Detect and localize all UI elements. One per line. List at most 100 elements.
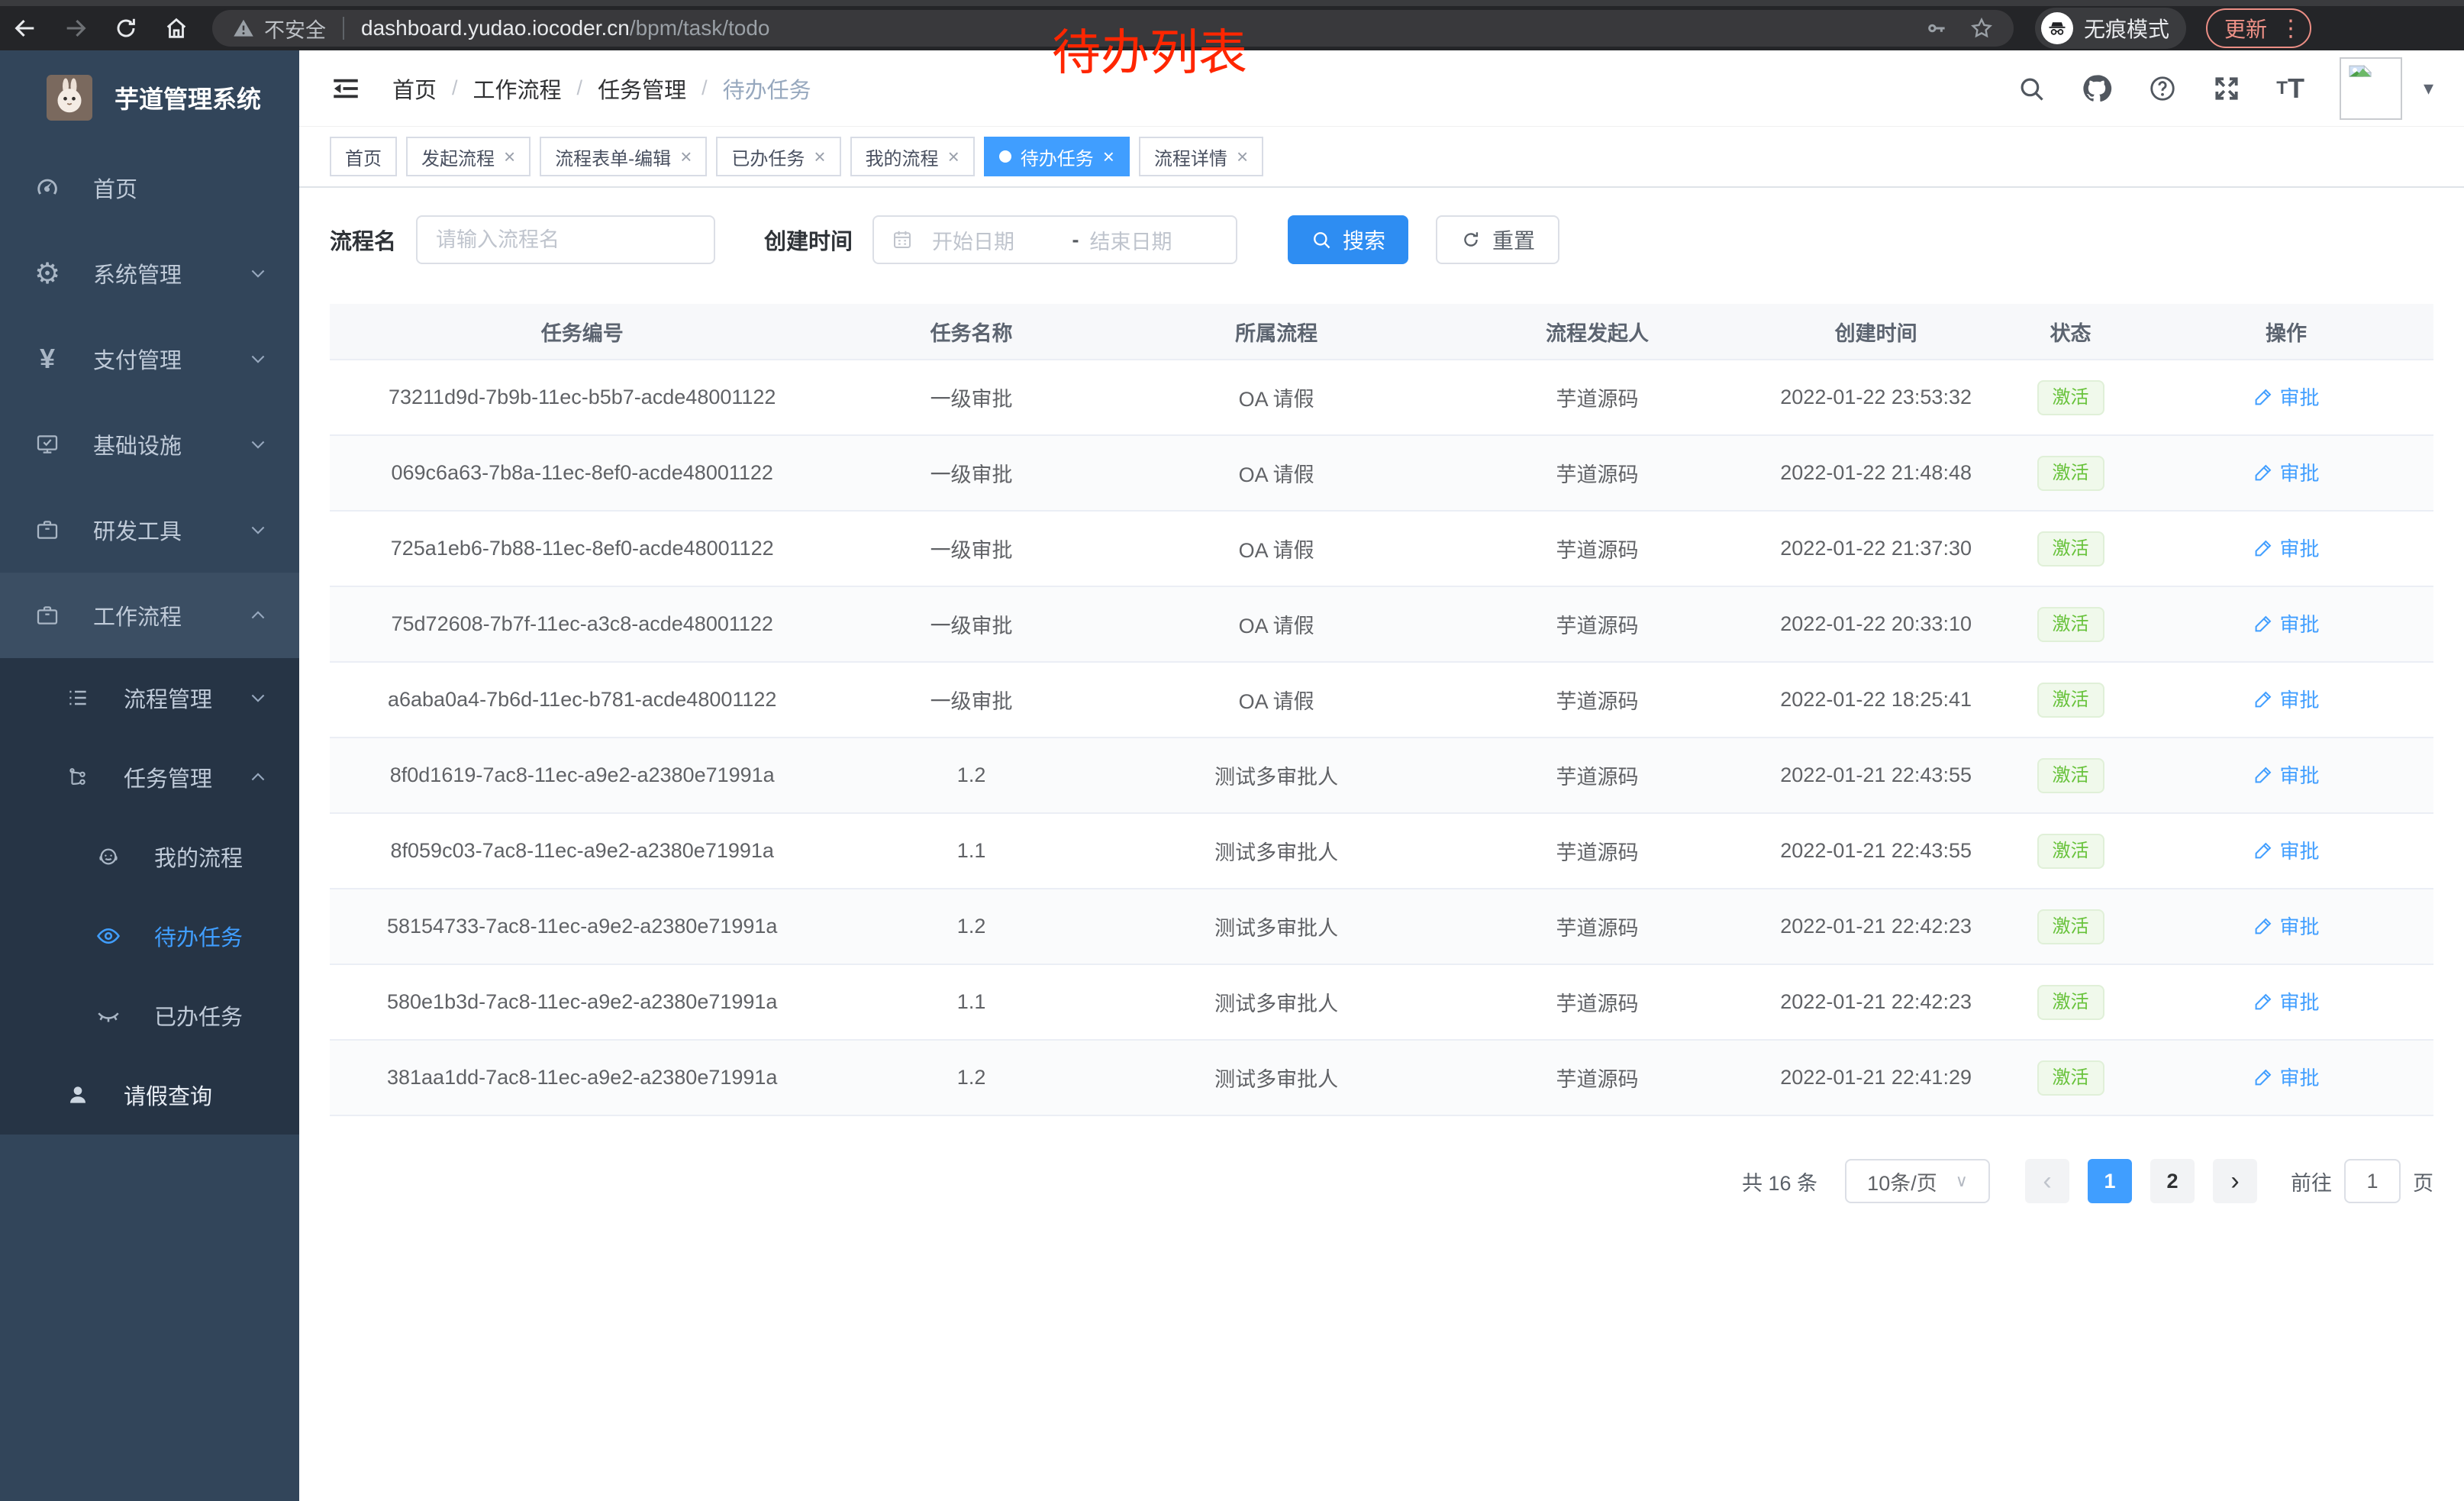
approve-link[interactable]: 审批 [2253, 458, 2320, 486]
help-icon[interactable] [2148, 74, 2177, 103]
page-button-1[interactable]: 1 [2088, 1159, 2132, 1203]
sidebar-item-devtools[interactable]: 研发工具 [0, 487, 299, 573]
cell-starter: 芋道源码 [1445, 813, 1750, 889]
home-icon[interactable] [151, 6, 202, 50]
content: 流程名 创建时间 开始日期 - 结束日期 [299, 188, 2464, 1501]
sidebar-item-my-process[interactable]: 我的流程 [0, 817, 299, 896]
chevron-down-icon [247, 519, 269, 541]
prev-page-button[interactable]: ‹ [2025, 1159, 2069, 1203]
update-button[interactable]: 更新 ⋮ [2206, 8, 2311, 48]
pen-icon [2253, 1067, 2274, 1087]
face-icon [89, 844, 128, 869]
approve-link[interactable]: 审批 [2253, 609, 2320, 638]
bookmark-star-icon[interactable] [1969, 16, 1994, 40]
page-button-2[interactable]: 2 [2150, 1159, 2195, 1203]
reset-button-label: 重置 [1492, 224, 1535, 255]
approve-link[interactable]: 审批 [2253, 987, 2320, 1015]
tab-home[interactable]: 首页 [330, 137, 397, 176]
approve-link[interactable]: 审批 [2253, 383, 2320, 411]
reload-icon[interactable] [101, 6, 151, 50]
column-header: 创建时间 [1750, 304, 2002, 360]
next-page-button[interactable]: › [2213, 1159, 2257, 1203]
close-icon[interactable]: × [814, 147, 825, 166]
close-icon[interactable]: × [948, 147, 959, 166]
font-size-icon[interactable]: TT [2276, 73, 2304, 105]
goto-page-input[interactable] [2344, 1159, 2401, 1203]
cell-action: 审批 [2139, 586, 2433, 662]
sidebar-item-todo-tasks[interactable]: 待办任务 [0, 896, 299, 976]
approve-link[interactable]: 审批 [2253, 912, 2320, 940]
key-icon[interactable] [1925, 17, 1948, 40]
pen-icon [2253, 840, 2274, 860]
approve-link[interactable]: 审批 [2253, 534, 2320, 562]
avatar[interactable] [2340, 57, 2402, 120]
create-time-label: 创建时间 [764, 224, 853, 256]
cell-process: 测试多审批人 [1108, 813, 1445, 889]
tab-process-detail[interactable]: 流程详情× [1139, 137, 1263, 176]
sidebar-item-process-mgmt[interactable]: 流程管理 [0, 658, 299, 738]
browser-menu-icon[interactable]: ⋮ [2279, 15, 2302, 42]
breadcrumb-item[interactable]: 首页 [392, 73, 437, 105]
close-icon[interactable]: × [1103, 147, 1114, 166]
cell-starter: 芋道源码 [1445, 662, 1750, 738]
cell-status: 激活 [2002, 662, 2139, 738]
back-icon[interactable] [0, 6, 50, 50]
sidebar-item-done-tasks[interactable]: 已办任务 [0, 976, 299, 1055]
tab-todo-tasks[interactable]: 待办任务× [984, 137, 1130, 176]
sidebar-item-infra[interactable]: 基础设施 [0, 402, 299, 487]
forward-icon[interactable] [50, 6, 101, 50]
breadcrumb-item[interactable]: 工作流程 [473, 73, 562, 105]
date-separator: - [1072, 228, 1079, 252]
reset-button[interactable]: 重置 [1436, 215, 1559, 264]
close-icon[interactable]: × [680, 147, 692, 166]
breadcrumb-separator: / [701, 76, 708, 100]
sidebar-item-home[interactable]: 首页 [0, 145, 299, 231]
tab-my-process[interactable]: 我的流程 × [850, 137, 975, 176]
cell-created: 2022-01-21 22:43:55 [1750, 738, 2002, 813]
approve-link[interactable]: 审批 [2253, 836, 2320, 864]
approve-link[interactable]: 审批 [2253, 1063, 2320, 1091]
breadcrumb-separator: / [577, 76, 583, 100]
approve-link[interactable]: 审批 [2253, 760, 2320, 789]
cell-starter: 芋道源码 [1445, 889, 1750, 964]
pagination: 共 16 条 10条/页 ∨ ‹ 12 › 前往 页 [330, 1159, 2433, 1203]
sidebar-item-label: 已办任务 [154, 999, 243, 1031]
address-bar[interactable]: 不安全 dashboard.yudao.iocoder.cn/bpm/task/… [212, 10, 2014, 47]
breadcrumb-item[interactable]: 任务管理 [598, 73, 686, 105]
close-icon[interactable]: × [504, 147, 515, 166]
page-size-select[interactable]: 10条/页 ∨ [1845, 1159, 1990, 1203]
table-row: 580e1b3d-7ac8-11ec-a9e2-a2380e71991a1.1测… [330, 964, 2433, 1040]
cell-starter: 芋道源码 [1445, 511, 1750, 586]
tab-done-tasks[interactable]: 已办任务× [716, 137, 840, 176]
process-name-input[interactable] [424, 228, 708, 252]
date-range-input[interactable]: 开始日期 - 结束日期 [872, 215, 1237, 264]
sidebar-item-task-mgmt[interactable]: 任务管理 [0, 738, 299, 817]
tab-form-edit[interactable]: 流程表单-编辑× [540, 137, 707, 176]
sidebar-item-payment[interactable]: ¥支付管理 [0, 316, 299, 402]
tab-start-process[interactable]: 发起流程× [406, 137, 531, 176]
search-button[interactable]: 搜索 [1288, 215, 1408, 264]
cell-id: 8f059c03-7ac8-11ec-a9e2-a2380e71991a [330, 813, 834, 889]
search-icon[interactable] [2017, 74, 2046, 103]
url-path: /bpm/task/todo [630, 16, 770, 40]
sidebar-item-system[interactable]: ⚙系统管理 [0, 231, 299, 316]
sidebar-item-label: 工作流程 [93, 599, 182, 631]
sidebar-item-workflow[interactable]: 工作流程 [0, 573, 299, 658]
close-icon[interactable]: × [1237, 147, 1248, 166]
tab-label: 我的流程 [866, 144, 939, 170]
sidebar-item-leave-query[interactable]: 请假查询 [0, 1055, 299, 1135]
logo[interactable]: 芋道管理系统 [0, 50, 299, 145]
cell-process: 测试多审批人 [1108, 964, 1445, 1040]
approve-link[interactable]: 审批 [2253, 685, 2320, 713]
github-icon[interactable] [2081, 73, 2113, 105]
cell-process: OA 请假 [1108, 586, 1445, 662]
sidebar: 芋道管理系统 首页⚙系统管理¥支付管理基础设施研发工具工作流程流程管理任务管理我… [0, 50, 299, 1501]
cell-name: 一级审批 [834, 435, 1108, 511]
pen-icon [2253, 537, 2274, 558]
cell-process: 测试多审批人 [1108, 738, 1445, 813]
fullscreen-icon[interactable] [2212, 74, 2241, 103]
approve-link-label: 审批 [2280, 534, 2320, 562]
collapse-sidebar-icon[interactable] [330, 73, 362, 105]
chevron-down-icon[interactable]: ▾ [2424, 76, 2433, 100]
cell-name: 1.1 [834, 813, 1108, 889]
